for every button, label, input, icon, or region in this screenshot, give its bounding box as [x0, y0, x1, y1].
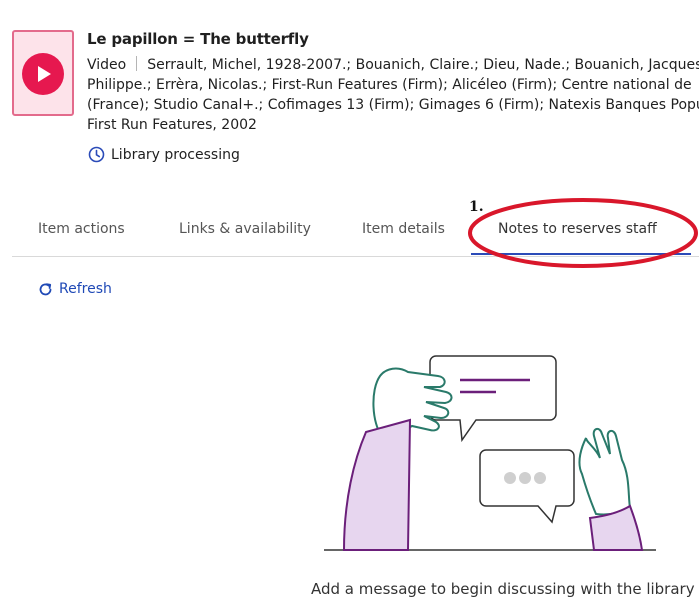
item-type: Video — [87, 57, 127, 73]
contributors-line-1: Serrault, Michel, 1928-2007.; Bouanich, … — [147, 57, 699, 73]
metadata-separator — [136, 56, 138, 71]
tab-item-details[interactable]: Item details — [362, 221, 445, 237]
play-icon — [22, 53, 64, 95]
video-thumbnail[interactable] — [12, 30, 74, 116]
empty-state-message: Add a message to begin discussing with t… — [311, 580, 695, 598]
item-metadata: Video Serrault, Michel, 1928-2007.; Bouan… — [87, 55, 699, 135]
item-title[interactable]: Le papillon = The butterfly — [87, 30, 309, 48]
status-label: Library processing — [111, 146, 240, 163]
publisher: First Run Features, 2002 — [87, 117, 257, 133]
tab-links-availability[interactable]: Links & availability — [179, 221, 311, 237]
annotation-ellipse — [468, 198, 698, 268]
discussion-illustration — [324, 355, 656, 551]
refresh-icon — [39, 282, 52, 295]
status-badge: Library processing — [88, 146, 240, 163]
refresh-label: Refresh — [59, 281, 112, 297]
refresh-button[interactable]: Refresh — [38, 281, 112, 297]
contributors-line-2: Philippe.; Errèra, Nicolas.; First-Run F… — [87, 77, 692, 93]
clock-icon — [88, 146, 105, 163]
tab-item-actions[interactable]: Item actions — [38, 221, 125, 237]
contributors-line-3: (France); Studio Canal+.; Cofimages 13 (… — [87, 97, 699, 113]
